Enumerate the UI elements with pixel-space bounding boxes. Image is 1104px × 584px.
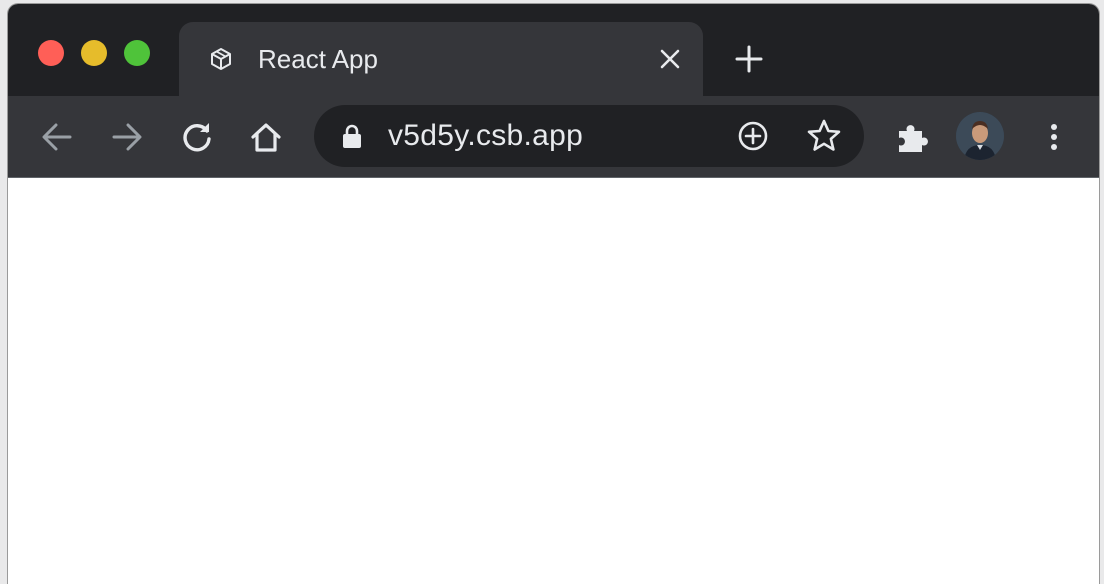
reload-icon[interactable] (180, 120, 214, 154)
arrow-left-icon[interactable] (40, 120, 74, 154)
lock-icon[interactable] (341, 123, 363, 149)
vertical-dots-icon[interactable] (1037, 120, 1071, 154)
browser-toolbar: v5d5y.csb.app (8, 96, 1099, 178)
close-window-button[interactable] (38, 40, 64, 66)
tab-title: React App (258, 44, 378, 74)
plus-icon[interactable] (734, 44, 764, 74)
puzzle-icon[interactable] (893, 118, 931, 156)
address-bar[interactable]: v5d5y.csb.app (314, 105, 864, 167)
minimize-window-button[interactable] (81, 40, 107, 66)
browser-window: React App v5d5y.csb.app (8, 4, 1099, 584)
tab-strip: React App (8, 4, 1099, 96)
close-icon[interactable] (659, 48, 681, 70)
home-icon[interactable] (249, 120, 283, 154)
maximize-window-button[interactable] (124, 40, 150, 66)
star-icon[interactable] (806, 118, 842, 154)
profile-photo-icon (956, 112, 1004, 160)
codesandbox-cube-icon (211, 48, 231, 70)
add-circle-icon[interactable] (736, 119, 770, 153)
page-content (8, 178, 1099, 584)
arrow-right-icon[interactable] (110, 120, 144, 154)
avatar[interactable] (956, 112, 1004, 160)
tab-react-app[interactable]: React App (179, 22, 703, 96)
url-text[interactable]: v5d5y.csb.app (388, 117, 583, 155)
